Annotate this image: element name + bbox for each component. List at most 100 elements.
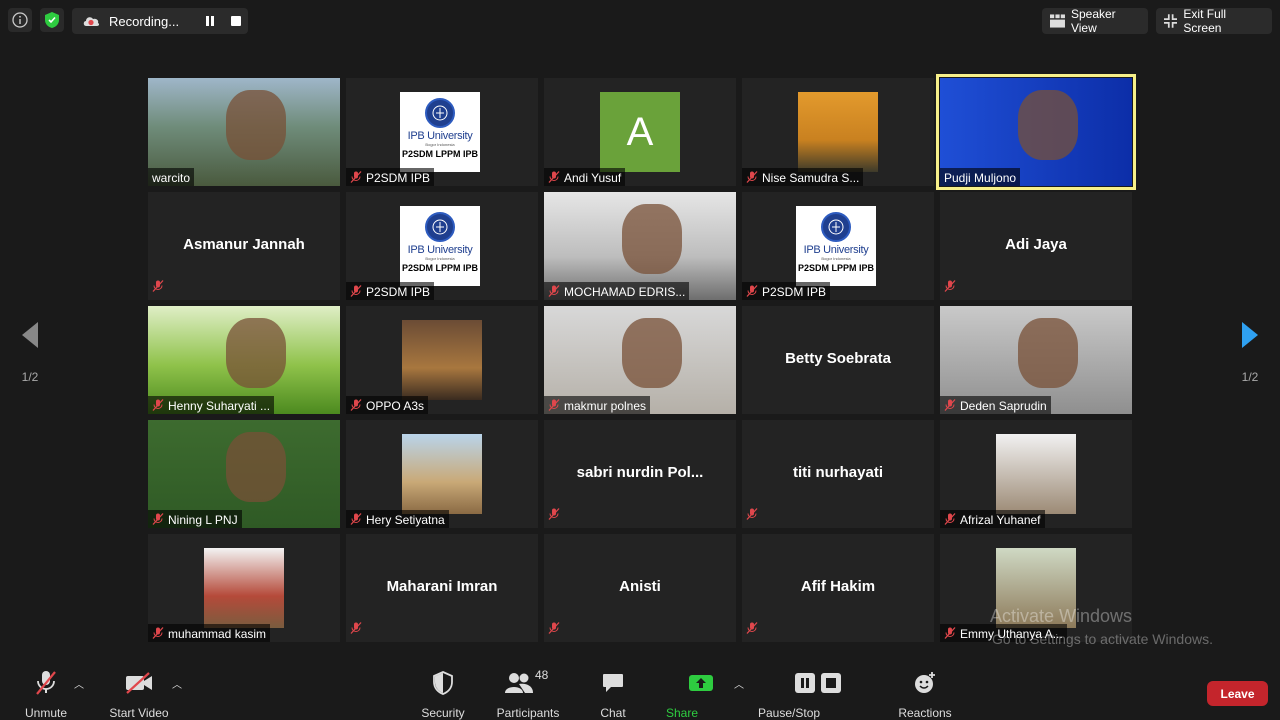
participant-name: MOCHAMAD EDRIS... [564,285,686,299]
participant-photo [402,320,482,400]
chat-button[interactable]: Chat [598,670,628,720]
ipb-caption: P2SDM LPPM IPB [401,149,478,159]
stop-recording-icon[interactable] [231,16,241,26]
participant-tile[interactable]: warcito [148,78,340,186]
share-screen-label: Share Screen [666,706,699,720]
ipb-title: IPB University [407,130,473,142]
participants-count: 48 [535,668,549,682]
participant-name: Deden Saprudin [960,399,1047,413]
exit-full-screen-button[interactable]: Exit Full Screen [1156,7,1272,35]
participant-tile[interactable]: A Andi Yusuf [544,78,736,186]
share-options-caret[interactable]: ︿ [734,676,744,691]
participant-tile[interactable]: Adi Jaya [940,192,1132,300]
ipb-university-logo: IPB University Bogor Indonesia P2SDM LPPM … [400,92,480,172]
participant-tile[interactable]: Afrizal Yuhanef [940,420,1132,528]
participant-video [1018,90,1078,160]
muted-microphone-icon [944,512,956,528]
security-button[interactable]: Security [420,670,466,720]
speaker-view-button[interactable]: Speaker View [1042,7,1148,35]
unmute-button[interactable]: Unmute [24,670,68,720]
participant-tile[interactable]: titi nurhayati [742,420,934,528]
participant-name-tag: warcito [148,168,195,186]
security-label: Security [421,706,465,720]
participant-name-tag: Pudji Muljono [940,168,1021,186]
leave-button[interactable]: Leave [1207,681,1268,706]
ipb-university-logo: IPB University Bogor Indonesia P2SDM LPPM … [796,206,876,286]
participant-photo [798,92,878,172]
meeting-info-icon[interactable] [8,8,32,32]
participant-tile[interactable]: Hery Setiyatna [346,420,538,528]
participant-tile[interactable]: Asmanur Jannah [148,192,340,300]
participant-gallery: warcito IPB University Bogor Indonesia P2SD… [148,74,1136,642]
start-video-label: Start Video [109,706,169,720]
participant-display-name: Adi Jaya [1005,236,1067,253]
participant-tile[interactable]: Betty Soebrata [742,306,934,414]
participant-display-name: Asmanur Jannah [183,236,305,253]
speaker-view-icon [1050,14,1065,28]
page-indicator-right: 1/2 [1241,370,1259,384]
chat-bubble-icon [603,674,623,692]
participant-tile[interactable]: Nise Samudra S... [742,78,934,186]
muted-microphone-icon [944,398,956,414]
participant-name: Nining L PNJ [168,513,238,527]
participant-name-tag: Nise Samudra S... [742,168,864,186]
encryption-shield-icon[interactable] [40,8,64,32]
activate-windows-title: Activate Windows [990,606,1133,626]
participant-tile[interactable]: muhammad kasim [148,534,340,642]
video-options-caret[interactable]: ︿ [172,676,182,691]
pause-stop-recording-label: Pause/Stop Recording [758,706,821,720]
participant-video [226,318,286,388]
participant-tile[interactable]: OPPO A3s [346,306,538,414]
share-screen-button[interactable]: Share Screen [666,670,736,720]
audio-options-caret[interactable]: ︿ [74,676,84,691]
video-camera-off-icon [126,672,152,694]
participant-tile[interactable]: MOCHAMAD EDRIS... [544,192,736,300]
participant-tile[interactable]: IPB University Bogor Indonesia P2SDM LPPM … [742,192,934,300]
participants-button[interactable]: 48 Participants [497,668,560,720]
exit-full-screen-icon [1164,14,1178,28]
reactions-button[interactable]: Reactions [898,670,952,720]
participant-tile[interactable]: makmur polnes [544,306,736,414]
participant-tile[interactable]: IPB University Bogor Indonesia P2SDM LPPM … [346,192,538,300]
participant-video [622,318,682,388]
participant-video [622,204,682,274]
participant-tile[interactable]: Maharani Imran [346,534,538,642]
ipb-caption: P2SDM LPPM IPB [401,263,478,273]
muted-microphone-icon [746,507,758,525]
participant-tile[interactable]: Nining L PNJ [148,420,340,528]
recording-cloud-icon [83,17,100,26]
participant-name: warcito [152,171,191,185]
muted-microphone-icon [152,512,164,528]
recording-label: Recording... [109,13,180,29]
participant-name-tag: Deden Saprudin [940,396,1051,414]
pause-stop-recording-button[interactable]: Pause/Stop Recording [758,670,878,720]
participant-name-tag: muhammad kasim [148,624,271,642]
participant-tile[interactable]: Afif Hakim [742,534,934,642]
participant-tile[interactable]: Anisti [544,534,736,642]
speaker-view-label: Speaker View [1070,7,1116,35]
participant-tile[interactable]: IPB University Bogor Indonesia P2SDM LPPM … [346,78,538,186]
start-video-button[interactable]: Start Video [108,670,170,720]
muted-microphone-icon [152,279,164,297]
previous-page-nav[interactable]: 1/2 [0,320,60,406]
participant-tile[interactable]: Pudji Muljono [936,74,1136,190]
participant-name: makmur polnes [564,399,647,413]
participant-name: Nise Samudra S... [762,171,860,185]
recording-indicator: Recording... [72,8,248,34]
participant-name-tag: Afrizal Yuhanef [940,510,1045,528]
muted-microphone-icon [746,170,758,186]
participant-name-tag: makmur polnes [544,396,651,414]
participant-video [226,90,286,160]
muted-microphone-icon [548,621,560,639]
next-page-nav[interactable]: 1/2 [1220,320,1280,406]
chat-label: Chat [600,706,626,720]
microphone-muted-icon [36,671,56,695]
participant-display-name: Afif Hakim [800,578,876,595]
pause-recording-icon[interactable] [205,16,215,26]
participant-photo [402,434,482,514]
participant-tile[interactable]: Deden Saprudin [940,306,1132,414]
activate-windows-subtitle: Go to Settings to activate Windows. [992,631,1213,647]
muted-microphone-icon [548,507,560,525]
participant-tile[interactable]: sabri nurdin Pol... [544,420,736,528]
participant-tile[interactable]: Henny Suharyati ... [148,306,340,414]
